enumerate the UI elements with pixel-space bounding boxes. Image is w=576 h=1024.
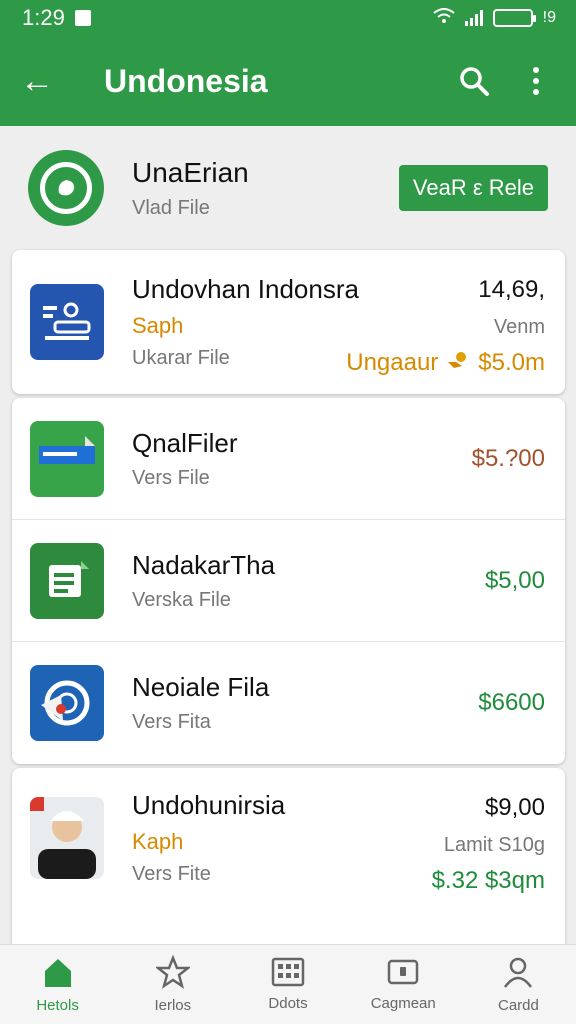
doc-app-icon <box>30 284 104 360</box>
list-item[interactable]: QnalFiler Vers File $5.?00 <box>12 398 565 520</box>
status-time: 1:29 <box>22 5 65 30</box>
profile-icon <box>501 955 535 993</box>
signal-icon <box>464 10 483 26</box>
grid-icon <box>271 957 305 991</box>
wifi-icon <box>433 7 455 29</box>
nav-profile[interactable]: Cardd <box>461 945 576 1024</box>
item-subtitle: Verska File <box>132 588 231 611</box>
search-icon[interactable] <box>454 61 494 101</box>
top-bar: 1:29 !9 ← Undonesia <box>0 0 576 126</box>
battery-icon <box>492 9 536 27</box>
item-title: Neoiale Fila <box>132 672 270 702</box>
sheet-icon <box>30 542 104 619</box>
chat-header: UnaErian Vlad File VeaR ε Rele <box>0 136 576 240</box>
file-doc-icon <box>30 420 104 497</box>
back-arrow-icon[interactable]: ← <box>20 62 80 101</box>
list-item[interactable]: Neoiale Fila Vers Fita $6600 <box>12 642 565 764</box>
page-title: Undonesia <box>104 62 268 99</box>
avatar <box>30 797 104 879</box>
item-price: $6600 <box>478 689 545 716</box>
chat-subtitle: Vlad File <box>132 196 210 219</box>
item-title: QnalFiler <box>132 427 238 458</box>
nav-label: Ddots <box>268 995 308 1012</box>
more-vert-icon[interactable] <box>516 61 556 101</box>
nav-wallet[interactable]: Cagmean <box>346 945 461 1024</box>
nav-label: Hetols <box>36 997 79 1014</box>
nav-label: Cagmean <box>370 995 436 1012</box>
item-price: $5.0m <box>478 349 545 376</box>
chat-logo-icon <box>28 150 104 226</box>
item-price: $9,00 <box>484 794 545 821</box>
status-bar: 1:29 !9 <box>0 0 576 36</box>
item-subtitle: Vers File <box>132 466 210 489</box>
sim-icon <box>74 10 91 26</box>
card-featured: Undovhan Indonsra Saph Ukarar File 14,69… <box>12 250 565 394</box>
card-profile: Undohunirsia Kaph Vers Fite $9,00 Lamit … <box>12 768 565 958</box>
card-files: QnalFiler Vers File $5.?00 NadakarTha Ve… <box>12 398 565 764</box>
item-meta: Venm <box>493 316 545 338</box>
list-item[interactable]: NadakarTha Verska File $5,00 <box>12 520 565 642</box>
list-item[interactable]: Undohunirsia Kaph Vers Fite $9,00 Lamit … <box>12 768 565 908</box>
item-price: $5.?00 <box>471 444 545 472</box>
item-secondary-price: $.32 $3qm <box>431 867 545 894</box>
radar-icon <box>30 665 104 741</box>
nav-label: Cardd <box>497 997 539 1014</box>
item-meta: Lamit S10g <box>443 834 545 856</box>
battery-label: !9 <box>542 9 556 26</box>
bottom-nav: Hetols Ierlos Ddots Cagmean Cardd <box>0 944 576 1024</box>
star-icon <box>154 954 192 993</box>
nav-grid[interactable]: Ddots <box>230 945 345 1024</box>
item-status: Ungaaur <box>346 349 439 376</box>
header-action-button[interactable]: VeaR ε Rele <box>398 165 548 211</box>
nav-label: Ierlos <box>154 997 192 1014</box>
nav-home[interactable]: Hetols <box>0 945 115 1024</box>
home-icon <box>41 955 75 993</box>
nav-favorites[interactable]: Ierlos <box>115 945 230 1024</box>
hand-coin-icon <box>446 349 470 377</box>
list-item[interactable]: Undovhan Indonsra Saph Ukarar File 14,69… <box>12 250 565 394</box>
wallet-icon <box>386 957 420 991</box>
item-subtitle: Vers Fita <box>132 711 211 733</box>
item-count: 14,69, <box>478 276 545 303</box>
item-title: NadakarTha <box>132 549 276 580</box>
chat-name: UnaErian <box>132 156 249 188</box>
item-price: $5,00 <box>484 566 545 594</box>
app-bar: ← Undonesia <box>0 36 576 126</box>
